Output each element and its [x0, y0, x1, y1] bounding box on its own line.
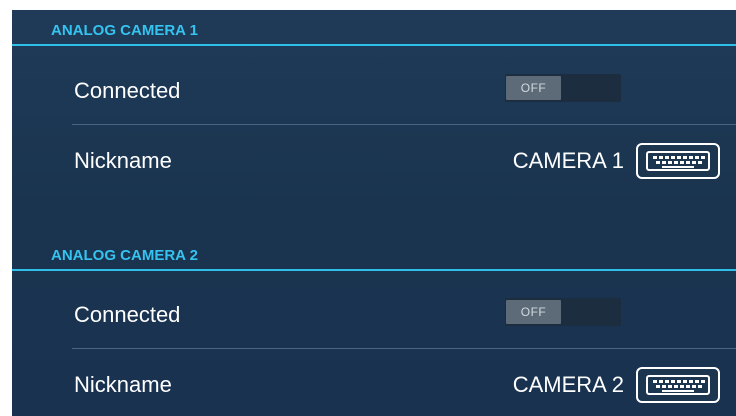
nickname-value: CAMERA 1	[512, 148, 624, 173]
connected-toggle[interactable]: OFF	[505, 74, 621, 102]
nickname-row-camera-2: Nickname CAMERA 2	[12, 350, 736, 416]
connected-label: Connected	[74, 302, 181, 327]
connected-toggle[interactable]: OFF	[505, 298, 621, 326]
section-title: ANALOG CAMERA 1	[51, 22, 198, 39]
row-divider	[72, 124, 736, 125]
toggle-state-text: OFF	[520, 305, 547, 319]
keyboard-button[interactable]	[636, 143, 720, 179]
connected-label: Connected	[74, 78, 181, 103]
section-header-camera-1: ANALOG CAMERA 1	[12, 10, 736, 46]
row-divider	[72, 348, 736, 349]
nickname-value: CAMERA 2	[512, 372, 624, 397]
keyboard-icon	[646, 151, 710, 171]
settings-panel: ANALOG CAMERA 1 Connected OFF Nickname C…	[12, 10, 736, 416]
nickname-label: Nickname	[74, 372, 172, 397]
toggle-state-text: OFF	[520, 81, 547, 95]
keyboard-icon	[646, 375, 710, 395]
section-header-camera-2: ANALOG CAMERA 2	[12, 235, 736, 271]
connected-row-camera-2: Connected OFF	[12, 280, 736, 348]
connected-row-camera-1: Connected OFF	[12, 56, 736, 124]
nickname-label: Nickname	[74, 148, 172, 173]
nickname-row-camera-1: Nickname CAMERA 1	[12, 126, 736, 194]
toggle-knob: OFF	[506, 300, 561, 324]
keyboard-button[interactable]	[636, 367, 720, 403]
toggle-knob: OFF	[506, 76, 561, 100]
section-title: ANALOG CAMERA 2	[51, 247, 198, 264]
